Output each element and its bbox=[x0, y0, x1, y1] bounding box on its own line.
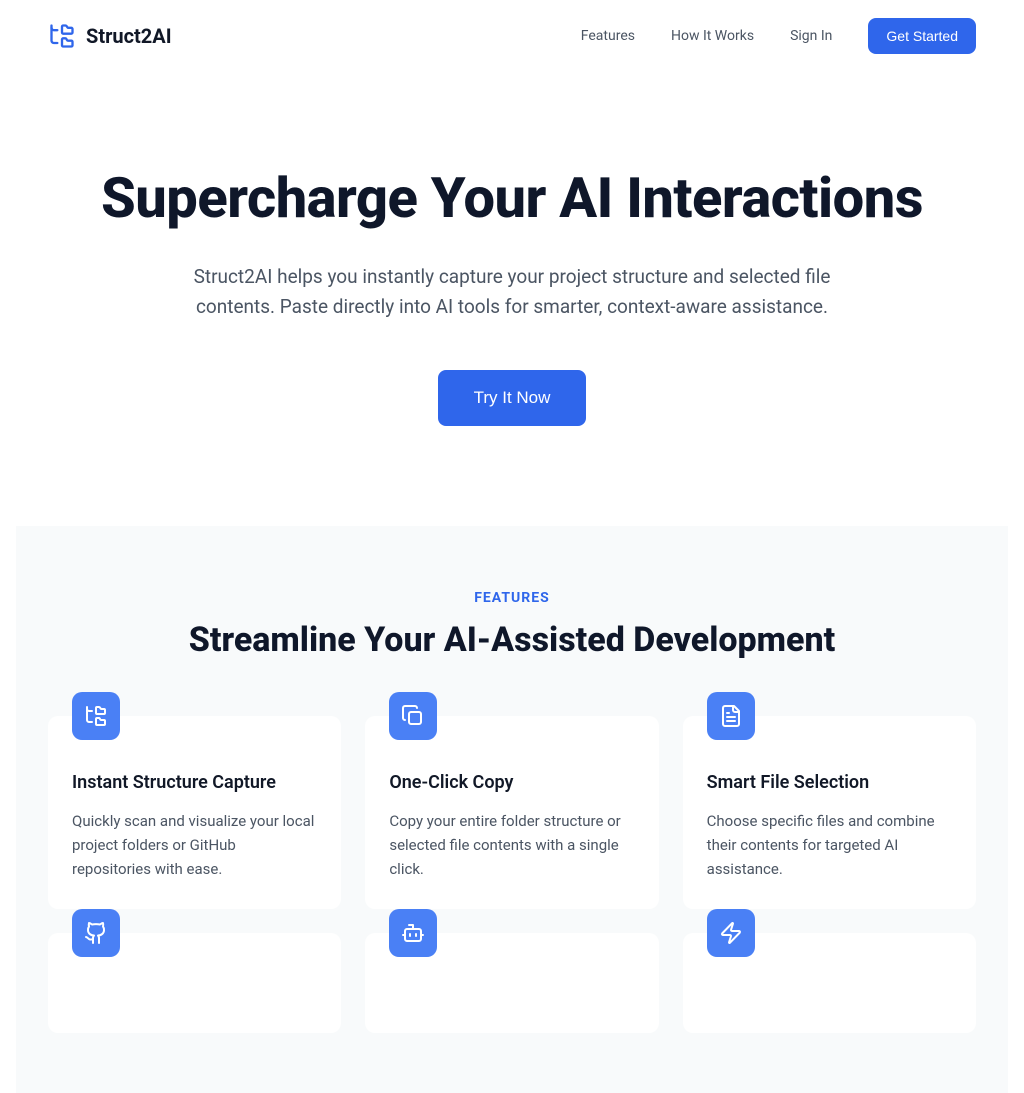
copy-icon bbox=[389, 692, 437, 740]
nav-sign-in[interactable]: Sign In bbox=[790, 28, 832, 44]
feature-card-desc: Quickly scan and visualize your local pr… bbox=[72, 809, 317, 881]
nav-how-it-works[interactable]: How It Works bbox=[671, 28, 754, 44]
feature-card-ai bbox=[365, 933, 658, 1033]
header: Struct2AI Features How It Works Sign In … bbox=[16, 0, 1008, 72]
hero-subtitle: Struct2AI helps you instantly capture yo… bbox=[172, 262, 852, 323]
feature-card-desc: Choose specific files and combine their … bbox=[707, 809, 952, 881]
feature-card-one-click-copy: One-Click Copy Copy your entire folder s… bbox=[365, 716, 658, 909]
github-icon bbox=[72, 909, 120, 957]
feature-card-title: Instant Structure Capture bbox=[72, 772, 317, 793]
brand-name: Struct2AI bbox=[86, 24, 172, 48]
folder-tree-icon bbox=[72, 692, 120, 740]
feature-card-desc: Copy your entire folder structure or sel… bbox=[389, 809, 634, 881]
try-it-now-button[interactable]: Try It Now bbox=[438, 370, 587, 426]
brand[interactable]: Struct2AI bbox=[48, 22, 172, 50]
main-nav: Features How It Works Sign In Get Starte… bbox=[581, 18, 976, 54]
folder-tree-icon bbox=[48, 22, 76, 50]
feature-card-smart-selection: Smart File Selection Choose specific fil… bbox=[683, 716, 976, 909]
feature-card-title: Smart File Selection bbox=[707, 772, 952, 793]
feature-card-structure-capture: Instant Structure Capture Quickly scan a… bbox=[48, 716, 341, 909]
feature-card-title: One-Click Copy bbox=[389, 772, 634, 793]
get-started-button[interactable]: Get Started bbox=[868, 18, 976, 54]
features-title: Streamline Your AI-Assisted Development bbox=[48, 620, 976, 660]
feature-card-grid: Instant Structure Capture Quickly scan a… bbox=[48, 716, 976, 1033]
nav-features[interactable]: Features bbox=[581, 28, 635, 44]
hero: Supercharge Your AI Interactions Struct2… bbox=[16, 72, 1008, 526]
features-eyebrow: FEATURES bbox=[48, 590, 976, 606]
bot-icon bbox=[389, 909, 437, 957]
features-section: FEATURES Streamline Your AI-Assisted Dev… bbox=[16, 526, 1008, 1093]
zap-icon bbox=[707, 909, 755, 957]
hero-title: Supercharge Your AI Interactions bbox=[56, 168, 968, 230]
feature-card-github bbox=[48, 933, 341, 1033]
feature-card-fast bbox=[683, 933, 976, 1033]
file-text-icon bbox=[707, 692, 755, 740]
